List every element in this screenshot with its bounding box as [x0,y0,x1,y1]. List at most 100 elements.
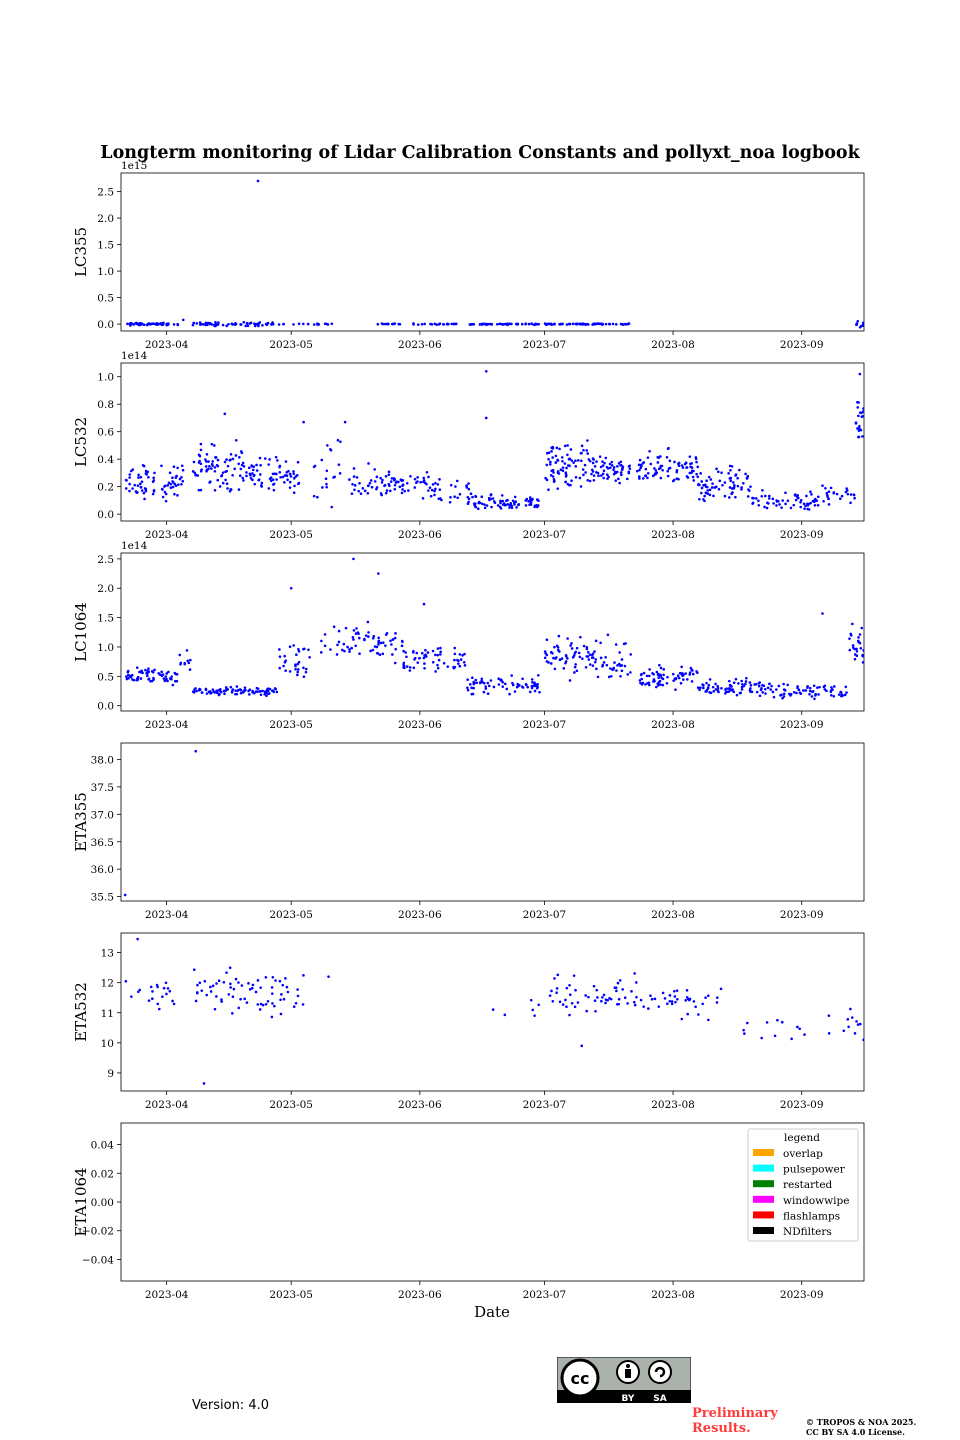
data-point [281,983,285,987]
data-point [270,1015,274,1019]
data-point [411,651,415,654]
data-point [520,322,524,326]
data-point [857,640,860,644]
data-point [427,489,430,492]
data-point [521,686,525,689]
data-point [332,476,335,479]
data-point [586,478,590,482]
data-point [458,492,462,496]
data-point [620,473,623,477]
data-point [172,465,176,469]
data-point [550,450,553,453]
data-point [168,471,172,475]
data-point [343,420,347,424]
data-point [579,485,583,488]
data-point [671,672,675,676]
data-point [168,989,172,993]
data-point [171,476,174,480]
data-point [238,474,242,478]
data-point [431,483,435,486]
plot-frame [120,552,865,712]
data-point [751,496,754,500]
data-point [805,494,808,498]
data-point [639,998,643,1002]
data-point [857,435,860,439]
y-tick-label: 11 [101,1008,114,1020]
data-point [196,983,199,987]
data-point [267,487,271,490]
data-point [148,322,152,326]
data-point [585,449,589,452]
data-point [352,467,356,470]
data-point [602,469,606,473]
data-point [469,492,473,496]
data-point [229,982,232,986]
data-point [448,500,452,504]
data-point [615,669,618,672]
y-tick-label: 2.0 [97,583,114,595]
data-point [400,479,404,482]
data-point [393,661,397,665]
data-point [720,686,723,690]
data-point [419,480,422,484]
data-point [209,985,212,989]
data-point [297,322,301,326]
preliminary-line-2: Results. [692,1421,751,1436]
data-point [686,476,690,479]
data-point [656,673,660,677]
data-point [211,460,214,463]
data-point [296,673,299,677]
data-point [139,677,143,680]
data-point [420,651,424,655]
data-point [745,477,749,480]
data-point [833,685,836,688]
data-point [862,649,864,652]
data-point [692,479,696,482]
y-tick-label: 35.5 [91,892,114,904]
data-point [135,678,139,682]
data-point [616,981,620,985]
y-axis-label: ETA532 [72,982,90,1042]
data-point [278,666,282,670]
data-point [239,323,242,326]
data-point [843,693,847,697]
panel-eta355: 35.5 36.0 36.5 37.0 37.5 38.0 2023-04 2023-05 20… [72,742,865,921]
data-point [226,487,229,490]
data-point [194,687,197,690]
data-point [700,486,704,490]
data-point [816,495,820,499]
data-point [766,686,770,690]
data-point [685,989,689,992]
data-point [574,459,577,463]
data-point [152,676,155,680]
data-point [558,658,562,661]
data-point [592,458,595,461]
data-point [167,670,170,674]
data-point [659,476,663,480]
y-tick-label: 12 [101,978,114,990]
data-point [195,689,198,693]
data-point [233,467,236,471]
data-point [260,481,264,485]
data-point [183,661,187,665]
y-tick-label: 36.5 [91,837,114,849]
data-point [747,488,750,491]
data-point [242,479,245,482]
data-point [192,968,196,972]
data-point [655,670,659,674]
data-point [566,453,569,457]
offset-text: 1e14 [121,350,148,362]
data-point [765,506,769,510]
data-point [772,502,775,505]
data-point [278,648,281,651]
data-point [623,996,627,1000]
data-point [412,322,415,325]
data-point [351,483,354,486]
data-point [256,979,260,982]
legend-swatch [753,1180,774,1188]
data-point [640,464,643,468]
y-tick-label: 0.6 [97,427,114,439]
data-point [350,492,354,496]
x-tick-label: 2023-05 [269,909,313,921]
data-point [270,986,274,989]
